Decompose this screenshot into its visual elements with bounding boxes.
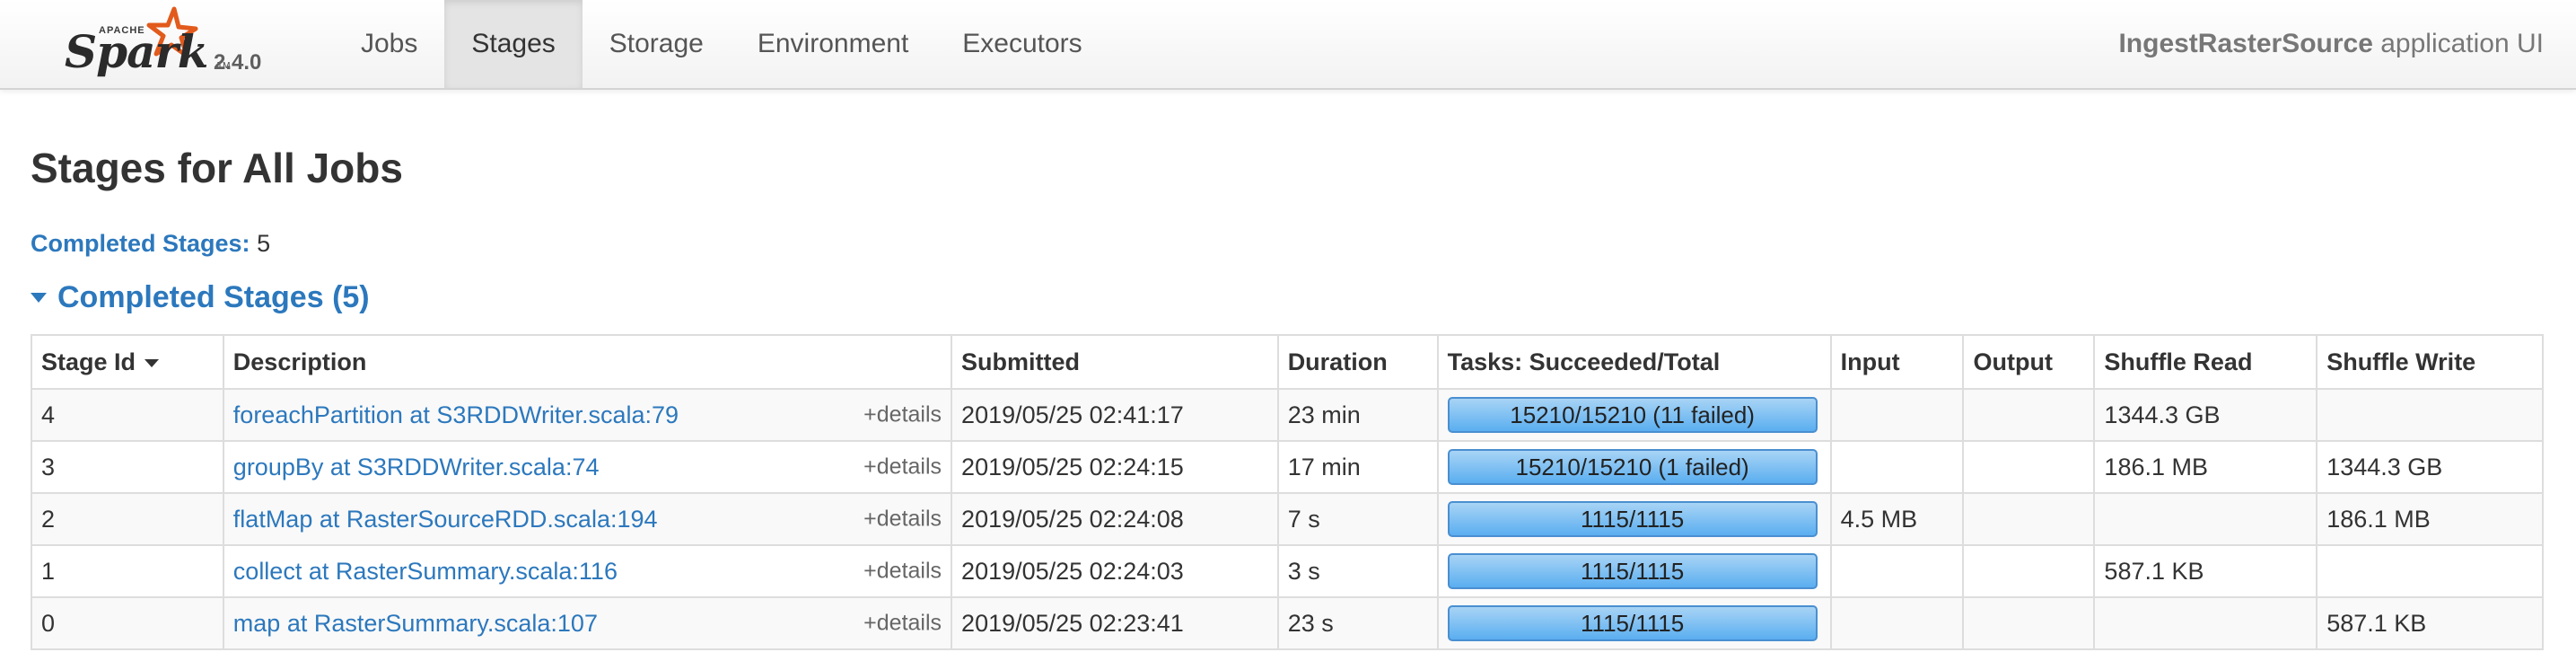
submitted-time: 2019/05/25 02:23:41 [951, 596, 1279, 650]
spark-version: 2.4.0 [214, 50, 262, 75]
tab-environment[interactable]: Environment [731, 0, 935, 88]
tab-executors[interactable]: Executors [935, 0, 1108, 88]
description-cell: collect at RasterSummary.scala:116 +detai… [222, 544, 953, 598]
header-tasks[interactable]: Tasks: Succeeded/Total [1436, 334, 1832, 390]
header-shuffle-write[interactable]: Shuffle Write [2316, 334, 2544, 390]
stage-description-link[interactable]: collect at RasterSummary.scala:116 [233, 558, 618, 585]
submitted-time: 2019/05/25 02:24:08 [951, 492, 1279, 546]
nav-tabs: Jobs Stages Storage Environment Executor… [334, 0, 1109, 90]
table-row: 3 groupBy at S3RDDWriter.scala:74 +detail… [31, 440, 2544, 494]
stage-description-link[interactable]: flatMap at RasterSourceRDD.scala:194 [233, 506, 658, 533]
submitted-time: 2019/05/25 02:24:03 [951, 544, 1279, 598]
duration: 23 min [1276, 388, 1439, 442]
stage-description-link[interactable]: map at RasterSummary.scala:107 [233, 610, 598, 637]
shuffle-read [2093, 596, 2318, 650]
header-shuffle-read[interactable]: Shuffle Read [2093, 334, 2318, 390]
application-suffix: application UI [2372, 29, 2544, 58]
details-toggle[interactable]: +details [863, 559, 942, 585]
table-row: 1 collect at RasterSummary.scala:116 +det… [31, 544, 2544, 598]
caret-down-icon [31, 293, 47, 303]
output-size [1962, 388, 2096, 442]
duration: 23 s [1276, 596, 1439, 650]
page-title: Stages for All Jobs [31, 145, 403, 191]
table-row: 2 flatMap at RasterSourceRDD.scala:194 +d… [31, 492, 2544, 546]
stage-description-link[interactable]: groupBy at S3RDDWriter.scala:74 [233, 454, 600, 480]
stage-id: 0 [31, 596, 224, 650]
header-stage-id[interactable]: Stage Id [31, 334, 224, 390]
stage-id: 4 [31, 388, 224, 442]
shuffle-read: 1344.3 GB [2093, 388, 2318, 442]
table-header-row: Stage Id Description Submitted Duration … [31, 334, 2544, 390]
header-stage-id-label: Stage Id [41, 348, 136, 375]
completed-stages-summary: Completed Stages: 5 [31, 230, 270, 258]
details-toggle[interactable]: +details [863, 507, 942, 533]
table-row: 4 foreachPartition at S3RDDWriter.scala:… [31, 388, 2544, 442]
tasks-cell: 1115/1115 [1436, 544, 1832, 598]
duration: 17 min [1276, 440, 1439, 494]
table-row: 0 map at RasterSummary.scala:107 +details… [31, 596, 2544, 650]
spark-logo[interactable]: APACHE Spark TM 2.4.0 [65, 5, 280, 83]
shuffle-write [2316, 388, 2544, 442]
input-size: 4.5 MB [1829, 492, 1965, 546]
description-cell: groupBy at S3RDDWriter.scala:74 +details [222, 440, 953, 494]
top-navbar: APACHE Spark TM 2.4.0 Jobs Stages Storag… [0, 0, 2576, 90]
input-size [1829, 440, 1965, 494]
tasks-progress-bar: 1115/1115 [1447, 553, 1818, 589]
duration: 3 s [1276, 544, 1439, 598]
stage-id: 1 [31, 544, 224, 598]
tasks-progress-bar: 1115/1115 [1447, 501, 1818, 537]
description-cell: flatMap at RasterSourceRDD.scala:194 +det… [222, 492, 953, 546]
input-size [1829, 388, 1965, 442]
submitted-time: 2019/05/25 02:24:15 [951, 440, 1279, 494]
sort-desc-icon [145, 358, 160, 367]
tasks-cell: 1115/1115 [1436, 492, 1832, 546]
description-cell: map at RasterSummary.scala:107 +details [222, 596, 953, 650]
completed-stages-section-toggle[interactable]: Completed Stages (5) [31, 280, 370, 315]
output-size [1962, 544, 2096, 598]
shuffle-write: 1344.3 GB [2316, 440, 2544, 494]
shuffle-read [2093, 492, 2318, 546]
input-size [1829, 544, 1965, 598]
tasks-progress-bar: 1115/1115 [1447, 605, 1818, 641]
stage-id: 2 [31, 492, 224, 546]
description-cell: foreachPartition at S3RDDWriter.scala:79… [222, 388, 953, 442]
shuffle-write: 186.1 MB [2316, 492, 2544, 546]
header-output[interactable]: Output [1962, 334, 2096, 390]
tasks-progress-bar: 15210/15210 (11 failed) [1447, 397, 1818, 433]
shuffle-read: 587.1 KB [2093, 544, 2318, 598]
tasks-cell: 15210/15210 (1 failed) [1436, 440, 1832, 494]
tasks-cell: 1115/1115 [1436, 596, 1832, 650]
header-duration[interactable]: Duration [1276, 334, 1439, 390]
input-size [1829, 596, 1965, 650]
stage-id: 3 [31, 440, 224, 494]
completed-stages-count: 5 [257, 230, 271, 257]
submitted-time: 2019/05/25 02:41:17 [951, 388, 1279, 442]
output-size [1962, 596, 2096, 650]
shuffle-write [2316, 544, 2544, 598]
header-description[interactable]: Description [222, 334, 953, 390]
details-toggle[interactable]: +details [863, 402, 942, 428]
header-input[interactable]: Input [1829, 334, 1965, 390]
tasks-progress-bar: 15210/15210 (1 failed) [1447, 449, 1818, 485]
details-toggle[interactable]: +details [863, 454, 942, 480]
tab-jobs[interactable]: Jobs [334, 0, 444, 88]
brand-spark-text: Spark [65, 25, 208, 78]
details-toggle[interactable]: +details [863, 611, 942, 637]
shuffle-read: 186.1 MB [2093, 440, 2318, 494]
application-name: IngestRasterSource [2118, 29, 2373, 58]
tab-stages[interactable]: Stages [444, 0, 583, 88]
tab-storage[interactable]: Storage [583, 0, 731, 88]
completed-stages-table: Stage Id Description Submitted Duration … [31, 334, 2544, 650]
section-title: Completed Stages (5) [57, 280, 370, 314]
output-size [1962, 440, 2096, 494]
stage-description-link[interactable]: foreachPartition at S3RDDWriter.scala:79 [233, 401, 679, 428]
shuffle-write: 587.1 KB [2316, 596, 2544, 650]
tasks-cell: 15210/15210 (11 failed) [1436, 388, 1832, 442]
application-title: IngestRasterSource application UI [2118, 0, 2544, 88]
duration: 7 s [1276, 492, 1439, 546]
completed-stages-link[interactable]: Completed Stages: [31, 230, 250, 257]
header-submitted[interactable]: Submitted [951, 334, 1279, 390]
output-size [1962, 492, 2096, 546]
